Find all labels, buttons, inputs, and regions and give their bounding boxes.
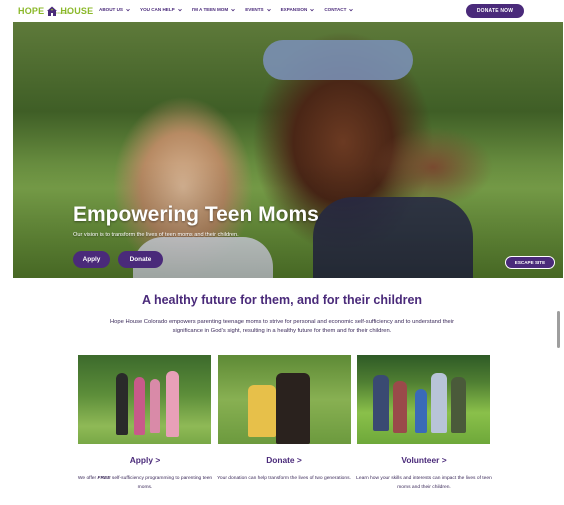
photo-figure bbox=[276, 373, 310, 444]
hero-title: Empowering Teen Moms bbox=[73, 203, 319, 226]
nav-label: YOU CAN HELP bbox=[140, 7, 175, 12]
nav-label: I'M A TEEN MOM bbox=[191, 7, 229, 12]
photo-figure bbox=[415, 389, 427, 433]
volunteer-card-photo[interactable] bbox=[357, 355, 490, 444]
chevron-down-icon bbox=[266, 8, 271, 12]
hero-donate-button[interactable]: Donate bbox=[118, 251, 163, 268]
nav-expansion[interactable]: EXPANSION bbox=[281, 7, 315, 12]
hero-subtitle: Our vision is to transform the lives of … bbox=[73, 232, 239, 238]
apply-card-link[interactable]: Apply > bbox=[110, 455, 180, 465]
nav-contact[interactable]: CONTACT bbox=[324, 7, 354, 12]
logo-word-hope: HOPE bbox=[18, 6, 45, 16]
hero-photo-overlay bbox=[13, 22, 563, 278]
logo-tagline: COLORADO bbox=[56, 12, 71, 15]
mission-text: Hope House Colorado empowers parenting t… bbox=[109, 319, 455, 334]
photo-figure bbox=[134, 377, 145, 435]
donate-now-button[interactable]: DONATE NOW bbox=[466, 4, 524, 18]
main-nav: ABOUT US YOU CAN HELP I'M A TEEN MOM EVE… bbox=[99, 7, 354, 12]
photo-figure bbox=[116, 373, 128, 435]
chevron-down-icon bbox=[177, 8, 182, 12]
volunteer-card-text: Learn how your skills and interests can … bbox=[356, 476, 492, 490]
apply-card-text: We offer FREE self-sufficiency programmi… bbox=[75, 474, 215, 492]
apply-text-emphasis: FREE bbox=[97, 476, 111, 481]
photo-figure bbox=[248, 385, 276, 437]
house-icon bbox=[46, 5, 58, 17]
donate-card-link[interactable]: Donate > bbox=[249, 455, 319, 465]
nav-events[interactable]: EVENTS bbox=[245, 7, 271, 12]
apply-text-post: self-sufficiency programming to parentin… bbox=[110, 476, 213, 490]
volunteer-card-link[interactable]: Volunteer > bbox=[389, 455, 459, 465]
site-header: HOPE HOUSE COLORADO ABOUT US YOU CAN HEL… bbox=[0, 0, 564, 22]
photo-figure bbox=[373, 375, 389, 431]
photo-figure bbox=[451, 377, 466, 433]
photo-figure bbox=[393, 381, 407, 433]
nav-label: EXPANSION bbox=[280, 7, 308, 12]
scrollbar-thumb[interactable] bbox=[557, 311, 560, 348]
apply-text-pre: We offer bbox=[77, 476, 98, 481]
mission-heading: A healthy future for them, and for their… bbox=[141, 293, 423, 307]
nav-label: CONTACT bbox=[324, 7, 347, 12]
hero-apply-button[interactable]: Apply bbox=[73, 251, 110, 268]
escape-site-button[interactable]: ESCAPE SITE bbox=[505, 256, 555, 269]
chevron-down-icon bbox=[349, 8, 354, 12]
nav-im-a-teen-mom[interactable]: I'M A TEEN MOM bbox=[192, 7, 235, 12]
nav-you-can-help[interactable]: YOU CAN HELP bbox=[140, 7, 182, 12]
nav-label: EVENTS bbox=[245, 7, 264, 12]
chevron-down-icon bbox=[310, 8, 315, 12]
nav-label: ABOUT US bbox=[99, 7, 123, 12]
chevron-down-icon bbox=[231, 8, 235, 12]
nav-about-us[interactable]: ABOUT US bbox=[99, 7, 130, 12]
photo-figure bbox=[166, 371, 179, 437]
hope-house-logo[interactable]: HOPE HOUSE bbox=[18, 4, 93, 18]
photo-figure bbox=[150, 379, 160, 433]
donate-card-photo[interactable] bbox=[218, 355, 351, 444]
chevron-down-icon bbox=[126, 8, 130, 12]
donate-card-text: Your donation can help transform the liv… bbox=[217, 476, 351, 481]
hero-banner: Empowering Teen Moms Our vision is to tr… bbox=[13, 22, 563, 278]
photo-figure bbox=[431, 373, 447, 433]
apply-card-photo[interactable] bbox=[78, 355, 211, 444]
